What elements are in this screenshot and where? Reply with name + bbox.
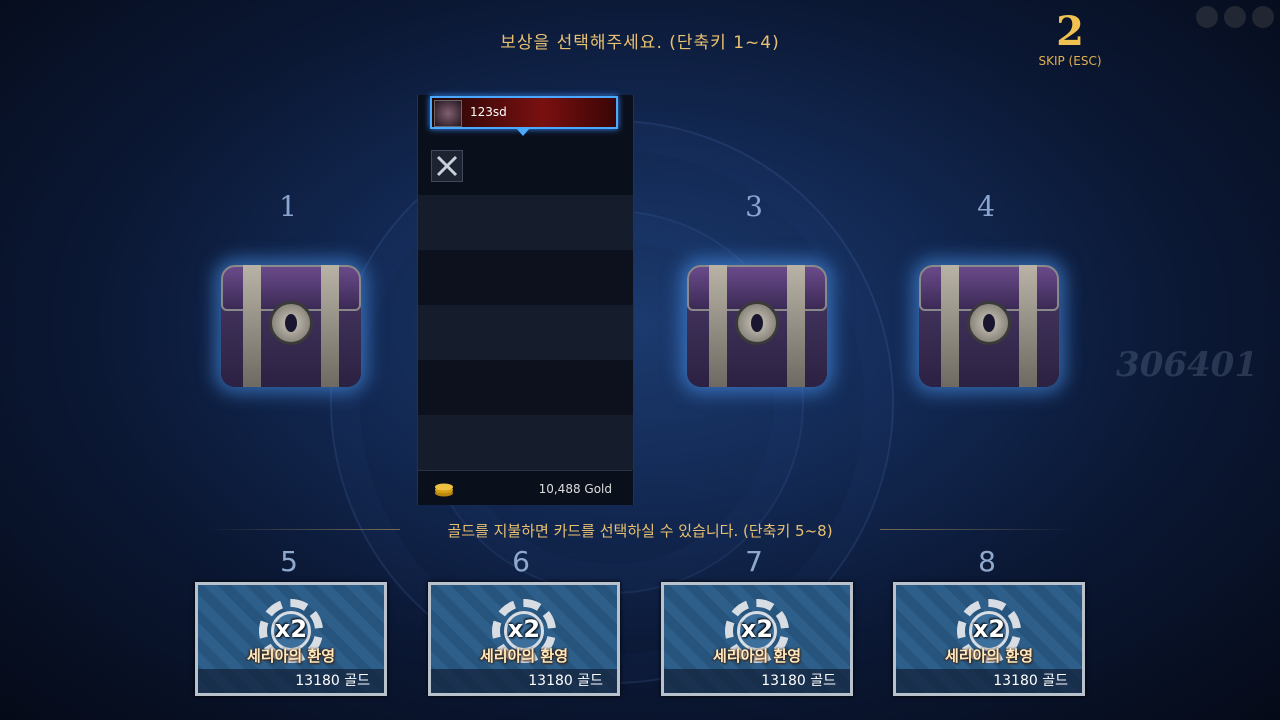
- reward-slot: [418, 360, 633, 415]
- chest-number: 1: [279, 190, 297, 223]
- card-number: 5: [280, 545, 298, 578]
- card-multiplier: x2: [274, 615, 308, 643]
- reward-chest-4[interactable]: [919, 265, 1059, 387]
- gold-coin-icon: [434, 482, 454, 497]
- card-name: 세리아의 환영: [712, 647, 802, 665]
- hud-icon: [1252, 6, 1274, 28]
- card-number: 7: [745, 545, 763, 578]
- card-multiplier: x2: [740, 615, 774, 643]
- gold-amount: 10,488 Gold: [538, 482, 612, 496]
- hud-icon: [1196, 6, 1218, 28]
- chest-number: 3: [745, 190, 763, 223]
- chest-band: [321, 265, 339, 387]
- card-name: 세리아의 환영: [246, 647, 336, 665]
- timer-count: 2: [1056, 8, 1084, 55]
- reward-slot: [418, 250, 633, 305]
- chest-band: [941, 265, 959, 387]
- skip-timer[interactable]: 2 SKIP (ESC): [1030, 8, 1110, 69]
- chest-number: 4: [977, 190, 995, 223]
- player-tag-pointer: [516, 128, 530, 136]
- player-name-tag: 123sd: [430, 96, 618, 129]
- card-number: 6: [512, 545, 530, 578]
- reward-chest-3[interactable]: [687, 265, 827, 387]
- card-multiplier: x2: [972, 615, 1006, 643]
- gold-card-5[interactable]: x2 세리아의 환영 13180 골드: [195, 582, 387, 696]
- skip-label[interactable]: SKIP (ESC): [1030, 54, 1110, 68]
- hud-icon: [1224, 6, 1246, 28]
- chest-lock-icon: [735, 301, 779, 345]
- pay-prompt-text: 골드를 지불하면 카드를 선택하실 수 있습니다. (단축키 5~8): [447, 522, 833, 540]
- card-number: 8: [978, 545, 996, 578]
- reward-slot: [418, 415, 633, 470]
- player-avatar: [434, 100, 462, 127]
- card-price: 13180 골드: [295, 673, 370, 689]
- hud-top-right-icons: [1196, 6, 1274, 28]
- gold-card-6[interactable]: x2 세리아의 환영 13180 골드: [428, 582, 620, 696]
- reward-slot: [418, 195, 633, 250]
- card-name: 세리아의 환영: [944, 647, 1034, 665]
- gold-card-7[interactable]: x2 세리아의 환영 13180 골드: [661, 582, 853, 696]
- chest-lock-icon: [269, 301, 313, 345]
- empty-slot-x-icon: [431, 150, 463, 182]
- chest-band: [243, 265, 261, 387]
- player-name: 123sd: [470, 105, 507, 119]
- chest-band: [1019, 265, 1037, 387]
- chest-lock-icon: [967, 301, 1011, 345]
- chest-band: [709, 265, 727, 387]
- card-price: 13180 골드: [761, 673, 836, 689]
- card-multiplier: x2: [507, 615, 541, 643]
- gold-card-8[interactable]: x2 세리아의 환영 13180 골드: [893, 582, 1085, 696]
- reward-slot: [418, 305, 633, 360]
- background-score: 306401: [1116, 345, 1258, 385]
- reward-chest-1[interactable]: [221, 265, 361, 387]
- card-price: 13180 골드: [528, 673, 603, 689]
- card-name: 세리아의 환영: [479, 647, 569, 665]
- card-price: 13180 골드: [993, 673, 1068, 689]
- chest-band: [787, 265, 805, 387]
